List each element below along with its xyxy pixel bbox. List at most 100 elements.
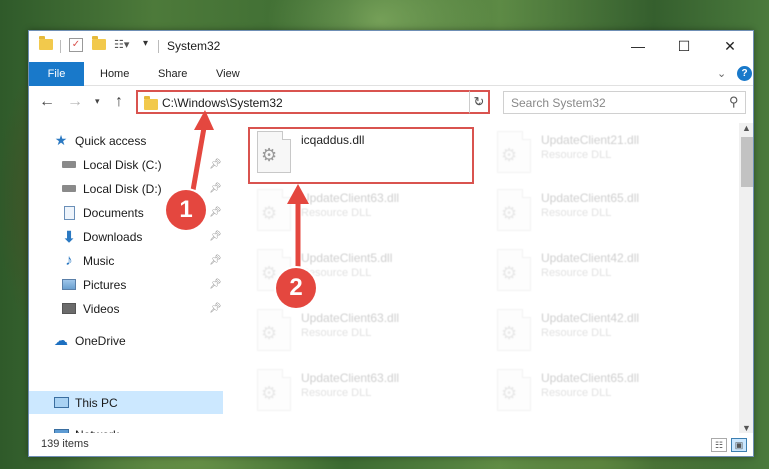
videos-icon bbox=[61, 301, 77, 317]
gear-icon: ⚙ bbox=[261, 323, 278, 343]
pin-icon[interactable]: 📌︎ bbox=[209, 255, 222, 266]
scroll-down-icon[interactable]: ▼ bbox=[742, 423, 751, 433]
customize-toolbar-icon[interactable]: ☷▾ bbox=[114, 38, 129, 51]
file-item[interactable]: ⚙ UpdateClient63.dll Resource DLL bbox=[249, 185, 469, 237]
sidebar-item-quick-access[interactable]: ★ Quick access bbox=[29, 129, 223, 152]
recent-locations-chevron-icon[interactable]: ▾ bbox=[95, 96, 100, 107]
up-arrow-icon[interactable]: ↑ bbox=[115, 93, 123, 111]
gear-icon: ⚙ bbox=[501, 323, 518, 343]
new-folder-icon[interactable] bbox=[92, 36, 106, 50]
scroll-thumb[interactable] bbox=[741, 137, 753, 187]
pin-icon[interactable]: 📌︎ bbox=[209, 207, 222, 218]
file-item[interactable]: ⚙ UpdateClient21.dll Resource DLL bbox=[489, 127, 709, 179]
help-icon[interactable]: ? bbox=[737, 66, 752, 81]
refresh-icon: ↻ bbox=[473, 94, 485, 109]
step-marker-1: 1 bbox=[166, 190, 206, 230]
pictures-icon bbox=[61, 277, 77, 293]
file-type: Resource DLL bbox=[541, 149, 612, 161]
expand-ribbon-icon[interactable]: ⌄ bbox=[717, 67, 726, 80]
file-item[interactable]: ⚙ UpdateClient63.dll Resource DLL bbox=[249, 305, 469, 357]
sidebar-item-label: Local Disk (C:) bbox=[83, 157, 162, 172]
documents-icon bbox=[61, 205, 77, 221]
sidebar-item-downloads[interactable]: ⬇ Downloads 📌︎ bbox=[29, 225, 223, 248]
file-item[interactable]: ⚙ UpdateClient63.dll Resource DLL bbox=[249, 365, 469, 417]
gear-icon: ⚙ bbox=[501, 383, 518, 403]
file-type: Resource DLL bbox=[541, 267, 612, 279]
gear-icon: ⚙ bbox=[501, 263, 518, 283]
monitor-icon bbox=[53, 395, 69, 411]
search-icon: ⚲ bbox=[729, 94, 739, 109]
address-bar[interactable]: C:\Windows\System32 ⌄ bbox=[136, 90, 490, 114]
sidebar-item-label: Downloads bbox=[83, 229, 143, 244]
file-explorer-window: ✓ ☷▾ ▾ System32 — ☐ ✕ File Home Share Vi… bbox=[28, 30, 754, 457]
sidebar-item-onedrive[interactable]: ☁ OneDrive bbox=[29, 329, 223, 352]
title-bar: ✓ ☷▾ ▾ System32 — ☐ ✕ bbox=[29, 31, 753, 62]
large-icons-view-icon[interactable]: ▣ bbox=[731, 438, 747, 452]
sidebar-item-label: This PC bbox=[75, 395, 118, 410]
gear-icon: ⚙ bbox=[501, 145, 518, 165]
scroll-up-icon[interactable]: ▲ bbox=[742, 123, 751, 133]
pin-icon[interactable]: 📌︎ bbox=[209, 279, 222, 290]
sidebar-item-label: Local Disk (D:) bbox=[83, 181, 162, 196]
details-view-icon[interactable]: ☷ bbox=[711, 438, 727, 452]
music-note-icon: ♪ bbox=[65, 252, 73, 269]
sidebar-item-label: OneDrive bbox=[75, 333, 126, 348]
file-name: UpdateClient63.dll bbox=[301, 311, 400, 325]
folder-icon bbox=[39, 36, 53, 50]
pin-icon[interactable]: 📌︎ bbox=[209, 303, 222, 314]
star-icon: ★ bbox=[54, 132, 68, 148]
file-name: UpdateClient65.dll bbox=[541, 371, 640, 385]
tab-view[interactable]: View bbox=[216, 62, 240, 86]
sidebar-item-label: Music bbox=[83, 253, 115, 268]
minimize-button[interactable]: — bbox=[615, 31, 661, 61]
back-arrow-icon[interactable]: ← bbox=[39, 93, 55, 111]
file-highlight-box bbox=[248, 127, 474, 184]
gear-icon: ⚙ bbox=[261, 263, 278, 283]
file-item[interactable]: ⚙ UpdateClient65.dll Resource DLL bbox=[489, 365, 709, 417]
search-input[interactable]: Search System32 ⚲ bbox=[503, 91, 746, 114]
sidebar-item-local-disk-c[interactable]: Local Disk (C:) 📌︎ bbox=[29, 153, 223, 176]
close-button[interactable]: ✕ bbox=[707, 31, 753, 61]
tab-share[interactable]: Share bbox=[158, 62, 187, 86]
sidebar-item-this-pc[interactable]: This PC bbox=[29, 391, 223, 414]
gear-icon: ⚙ bbox=[501, 203, 518, 223]
item-count: 139 items bbox=[41, 438, 89, 450]
chevron-down-icon[interactable]: ▾ bbox=[143, 38, 148, 49]
drive-icon bbox=[61, 157, 77, 173]
pin-icon[interactable]: 📌︎ bbox=[209, 231, 222, 242]
file-type: Resource DLL bbox=[301, 327, 372, 339]
step-marker-2: 2 bbox=[276, 268, 316, 308]
file-item[interactable]: ⚙ UpdateClient42.dll Resource DLL bbox=[489, 305, 709, 357]
file-name: UpdateClient63.dll bbox=[301, 191, 400, 205]
ribbon-tabs: File Home Share View ⌄ ? bbox=[29, 62, 753, 86]
file-item[interactable]: ⚙ UpdateClient65.dll Resource DLL bbox=[489, 185, 709, 237]
sidebar-item-videos[interactable]: Videos 📌︎ bbox=[29, 297, 223, 320]
divider bbox=[60, 40, 61, 53]
window-title: System32 bbox=[167, 39, 221, 53]
download-arrow-icon: ⬇ bbox=[62, 228, 76, 246]
file-type: Resource DLL bbox=[541, 387, 612, 399]
maximize-button[interactable]: ☐ bbox=[661, 31, 707, 61]
sidebar-item-label: Pictures bbox=[83, 277, 127, 292]
navigation-pane: ★ Quick access Local Disk (C:) 📌︎ Local … bbox=[29, 123, 223, 442]
file-type: Resource DLL bbox=[301, 207, 372, 219]
file-item[interactable]: ⚙ UpdateClient42.dll Resource DLL bbox=[489, 245, 709, 297]
file-name: UpdateClient65.dll bbox=[541, 191, 640, 205]
cloud-icon: ☁ bbox=[54, 332, 68, 348]
pin-icon[interactable]: 📌︎ bbox=[209, 183, 222, 194]
tab-home[interactable]: Home bbox=[100, 62, 129, 86]
vertical-scrollbar[interactable]: ▲ ▼ bbox=[739, 123, 753, 433]
sidebar-item-music[interactable]: ♪ Music 📌︎ bbox=[29, 249, 223, 272]
pin-icon[interactable]: 📌︎ bbox=[209, 159, 222, 170]
gear-icon: ⚙ bbox=[261, 383, 278, 403]
properties-icon[interactable]: ✓ bbox=[69, 38, 83, 52]
file-name: UpdateClient42.dll bbox=[541, 251, 640, 265]
file-name: UpdateClient21.dll bbox=[541, 133, 640, 147]
status-bar: 139 items ☷ ▣ bbox=[29, 433, 753, 456]
sidebar-item-label: Quick access bbox=[75, 133, 147, 148]
sidebar-item-label: Videos bbox=[83, 301, 120, 316]
sidebar-item-pictures[interactable]: Pictures 📌︎ bbox=[29, 273, 223, 296]
forward-arrow-icon[interactable]: → bbox=[67, 93, 83, 111]
tab-file[interactable]: File bbox=[29, 62, 84, 86]
refresh-button[interactable]: ↻ bbox=[469, 90, 490, 114]
